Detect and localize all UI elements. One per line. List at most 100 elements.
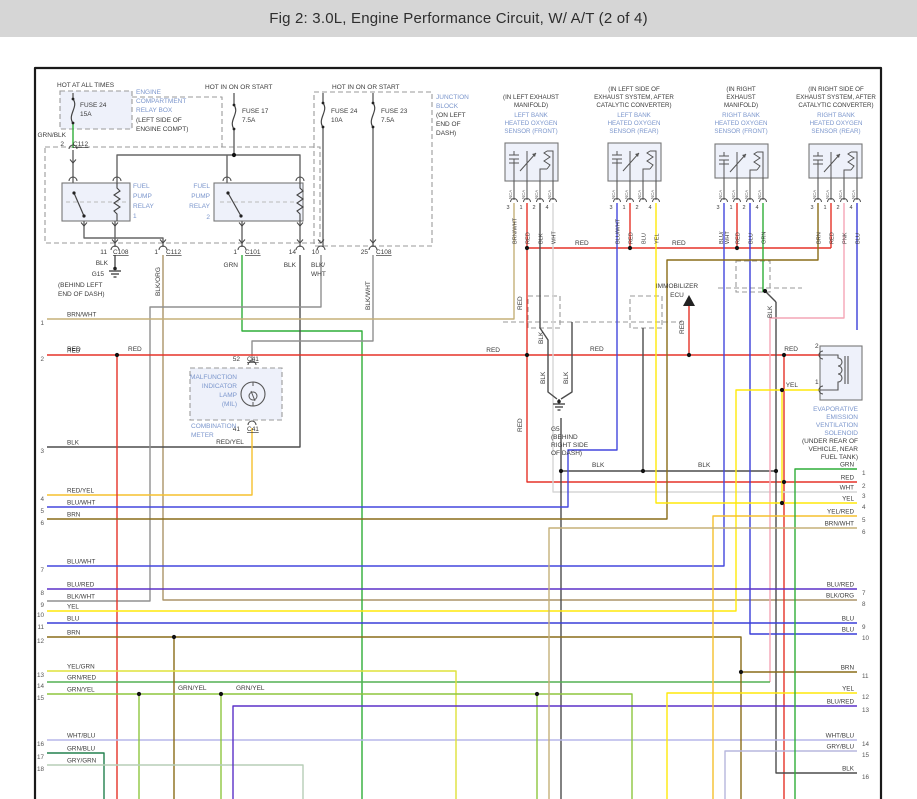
svg-text:LAMP: LAMP — [219, 392, 237, 399]
svg-text:GRN/YEL: GRN/YEL — [236, 685, 265, 692]
svg-text:BLK: BLK — [563, 371, 570, 384]
svg-text:PUMP: PUMP — [133, 193, 152, 200]
svg-text:EMISSION: EMISSION — [826, 414, 858, 421]
svg-text:RED: RED — [784, 346, 798, 353]
svg-text:BRN: BRN — [841, 665, 855, 672]
svg-text:FUEL TANK): FUEL TANK) — [821, 454, 858, 461]
svg-text:FUSE 23: FUSE 23 — [381, 108, 408, 115]
svg-text:9: 9 — [40, 602, 44, 609]
svg-text:YEL: YEL — [842, 686, 854, 693]
svg-text:1: 1 — [133, 213, 137, 220]
svg-text:7.5A: 7.5A — [242, 117, 256, 124]
wiring-diagram: (IN LEFT EXHAUSTMANIFOLD)LEFT BANKHEATED… — [0, 37, 917, 799]
immobilizer-arrow-icon — [683, 295, 695, 306]
svg-text:(IN LEFT EXHAUST: (IN LEFT EXHAUST — [503, 94, 559, 101]
svg-text:NCA: NCA — [731, 190, 736, 199]
svg-text:(IN RIGHT: (IN RIGHT — [726, 86, 755, 93]
ground-symbols — [109, 267, 565, 410]
figure-title-bar: Fig 2: 3.0L, Engine Performance Circuit,… — [0, 0, 917, 37]
svg-text:RED: RED — [517, 296, 524, 310]
svg-text:BLK: BLK — [592, 462, 605, 469]
svg-text:BLK: BLK — [538, 331, 545, 344]
svg-text:2: 2 — [40, 356, 44, 363]
svg-text:3: 3 — [862, 493, 866, 500]
svg-text:OF DASH): OF DASH) — [551, 450, 582, 457]
svg-text:4: 4 — [545, 205, 548, 211]
svg-text:CATALYTIC CONVERTER): CATALYTIC CONVERTER) — [596, 102, 671, 109]
svg-text:25: 25 — [361, 249, 369, 256]
svg-text:NCA: NCA — [611, 190, 616, 199]
svg-text:FUEL: FUEL — [133, 183, 150, 190]
inline-connector-right — [736, 261, 770, 292]
svg-text:GRN/RED: GRN/RED — [67, 675, 96, 682]
svg-text:MANIFOLD): MANIFOLD) — [514, 102, 548, 109]
svg-text:52: 52 — [233, 356, 241, 363]
svg-text:5: 5 — [862, 517, 866, 524]
svg-text:BLU/WHT: BLU/WHT — [67, 559, 95, 566]
svg-text:1: 1 — [622, 205, 625, 211]
svg-text:BLK: BLK — [539, 233, 545, 244]
svg-text:4: 4 — [40, 496, 44, 503]
svg-text:GRN/BLK: GRN/BLK — [37, 132, 66, 139]
svg-text:NCA: NCA — [744, 190, 749, 199]
svg-text:(IN RIGHT SIDE OF: (IN RIGHT SIDE OF — [808, 86, 864, 93]
svg-text:7: 7 — [862, 590, 866, 597]
svg-text:10: 10 — [312, 249, 320, 256]
svg-text:6: 6 — [862, 529, 866, 536]
svg-text:G5: G5 — [551, 426, 560, 433]
oxygen-sensors: (IN LEFT EXHAUSTMANIFOLD)LEFT BANKHEATED… — [503, 86, 876, 244]
svg-text:HEATED OXYGEN: HEATED OXYGEN — [608, 120, 661, 127]
svg-text:CATALYTIC CONVERTER): CATALYTIC CONVERTER) — [798, 102, 873, 109]
svg-text:JUNCTION: JUNCTION — [436, 94, 469, 101]
svg-text:3: 3 — [716, 205, 719, 211]
svg-text:BRN: BRN — [67, 512, 81, 519]
right-bank-heated-oxygen-sensor-rear: (IN RIGHT SIDE OFEXHAUST SYSTEM, AFTERCA… — [796, 86, 876, 244]
svg-text:PNK: PNK — [843, 232, 849, 244]
svg-text:14: 14 — [289, 249, 297, 256]
svg-text:2: 2 — [815, 343, 819, 350]
svg-text:NCA: NCA — [534, 190, 539, 199]
svg-text:RED: RED — [128, 346, 142, 353]
svg-text:HOT AT ALL TIMES: HOT AT ALL TIMES — [57, 82, 115, 89]
svg-text:HOT IN ON OR START: HOT IN ON OR START — [205, 84, 273, 91]
svg-text:DASH): DASH) — [436, 130, 456, 137]
svg-text:BLU/RED: BLU/RED — [67, 582, 95, 589]
right-bank-heated-oxygen-sensor-front: (IN RIGHTEXHAUSTMANIFOLD)RIGHT BANKHEATE… — [714, 86, 768, 244]
svg-text:HEATED OXYGEN: HEATED OXYGEN — [715, 120, 768, 127]
svg-text:2: 2 — [60, 141, 64, 148]
svg-text:BRN/WHT: BRN/WHT — [513, 217, 519, 244]
svg-text:RED/YEL: RED/YEL — [216, 439, 244, 446]
svg-text:BLK: BLK — [284, 262, 297, 269]
svg-text:1: 1 — [862, 470, 866, 477]
svg-text:C41: C41 — [247, 426, 259, 433]
svg-text:C112: C112 — [166, 249, 181, 256]
svg-text:FUSE 24: FUSE 24 — [331, 108, 358, 115]
svg-text:BLU: BLU — [856, 233, 862, 244]
svg-text:1: 1 — [815, 379, 819, 386]
svg-text:BRN/WHT: BRN/WHT — [67, 312, 97, 319]
svg-text:NCA: NCA — [838, 190, 843, 199]
svg-text:GRN/YEL: GRN/YEL — [67, 687, 95, 694]
svg-text:FUSE 24: FUSE 24 — [80, 102, 107, 109]
svg-text:IMMOBILIZER: IMMOBILIZER — [656, 283, 699, 290]
svg-text:1: 1 — [154, 249, 158, 256]
svg-text:8: 8 — [40, 590, 44, 597]
svg-text:VENTILATION: VENTILATION — [816, 422, 858, 429]
svg-text:1: 1 — [729, 205, 732, 211]
svg-text:RIGHT BANK: RIGHT BANK — [817, 112, 856, 119]
svg-text:BLK/ORG: BLK/ORG — [826, 593, 854, 600]
left-bank-heated-oxygen-sensor-rear: (IN LEFT SIDE OFEXHAUST SYSTEM, AFTERCAT… — [594, 86, 674, 244]
svg-text:BLOCK: BLOCK — [436, 103, 459, 110]
svg-text:14: 14 — [862, 741, 870, 748]
svg-text:3: 3 — [810, 205, 813, 211]
svg-text:YEL: YEL — [842, 496, 854, 503]
right-row-labels: 1GRN2RED3WHT4YEL5YEL/RED6BRN/WHT7BLU/RED… — [825, 462, 870, 782]
svg-text:18: 18 — [37, 766, 45, 773]
svg-text:GRN/YEL: GRN/YEL — [178, 685, 207, 692]
svg-text:BLK/WHT: BLK/WHT — [67, 594, 95, 601]
svg-text:NCA: NCA — [825, 190, 830, 199]
svg-text:EXHAUST SYSTEM, AFTER: EXHAUST SYSTEM, AFTER — [796, 94, 876, 101]
svg-text:RIGHT BANK: RIGHT BANK — [722, 112, 761, 119]
svg-text:SENSOR (REAR): SENSOR (REAR) — [609, 128, 658, 135]
svg-text:MALFUNCTION: MALFUNCTION — [190, 374, 237, 381]
